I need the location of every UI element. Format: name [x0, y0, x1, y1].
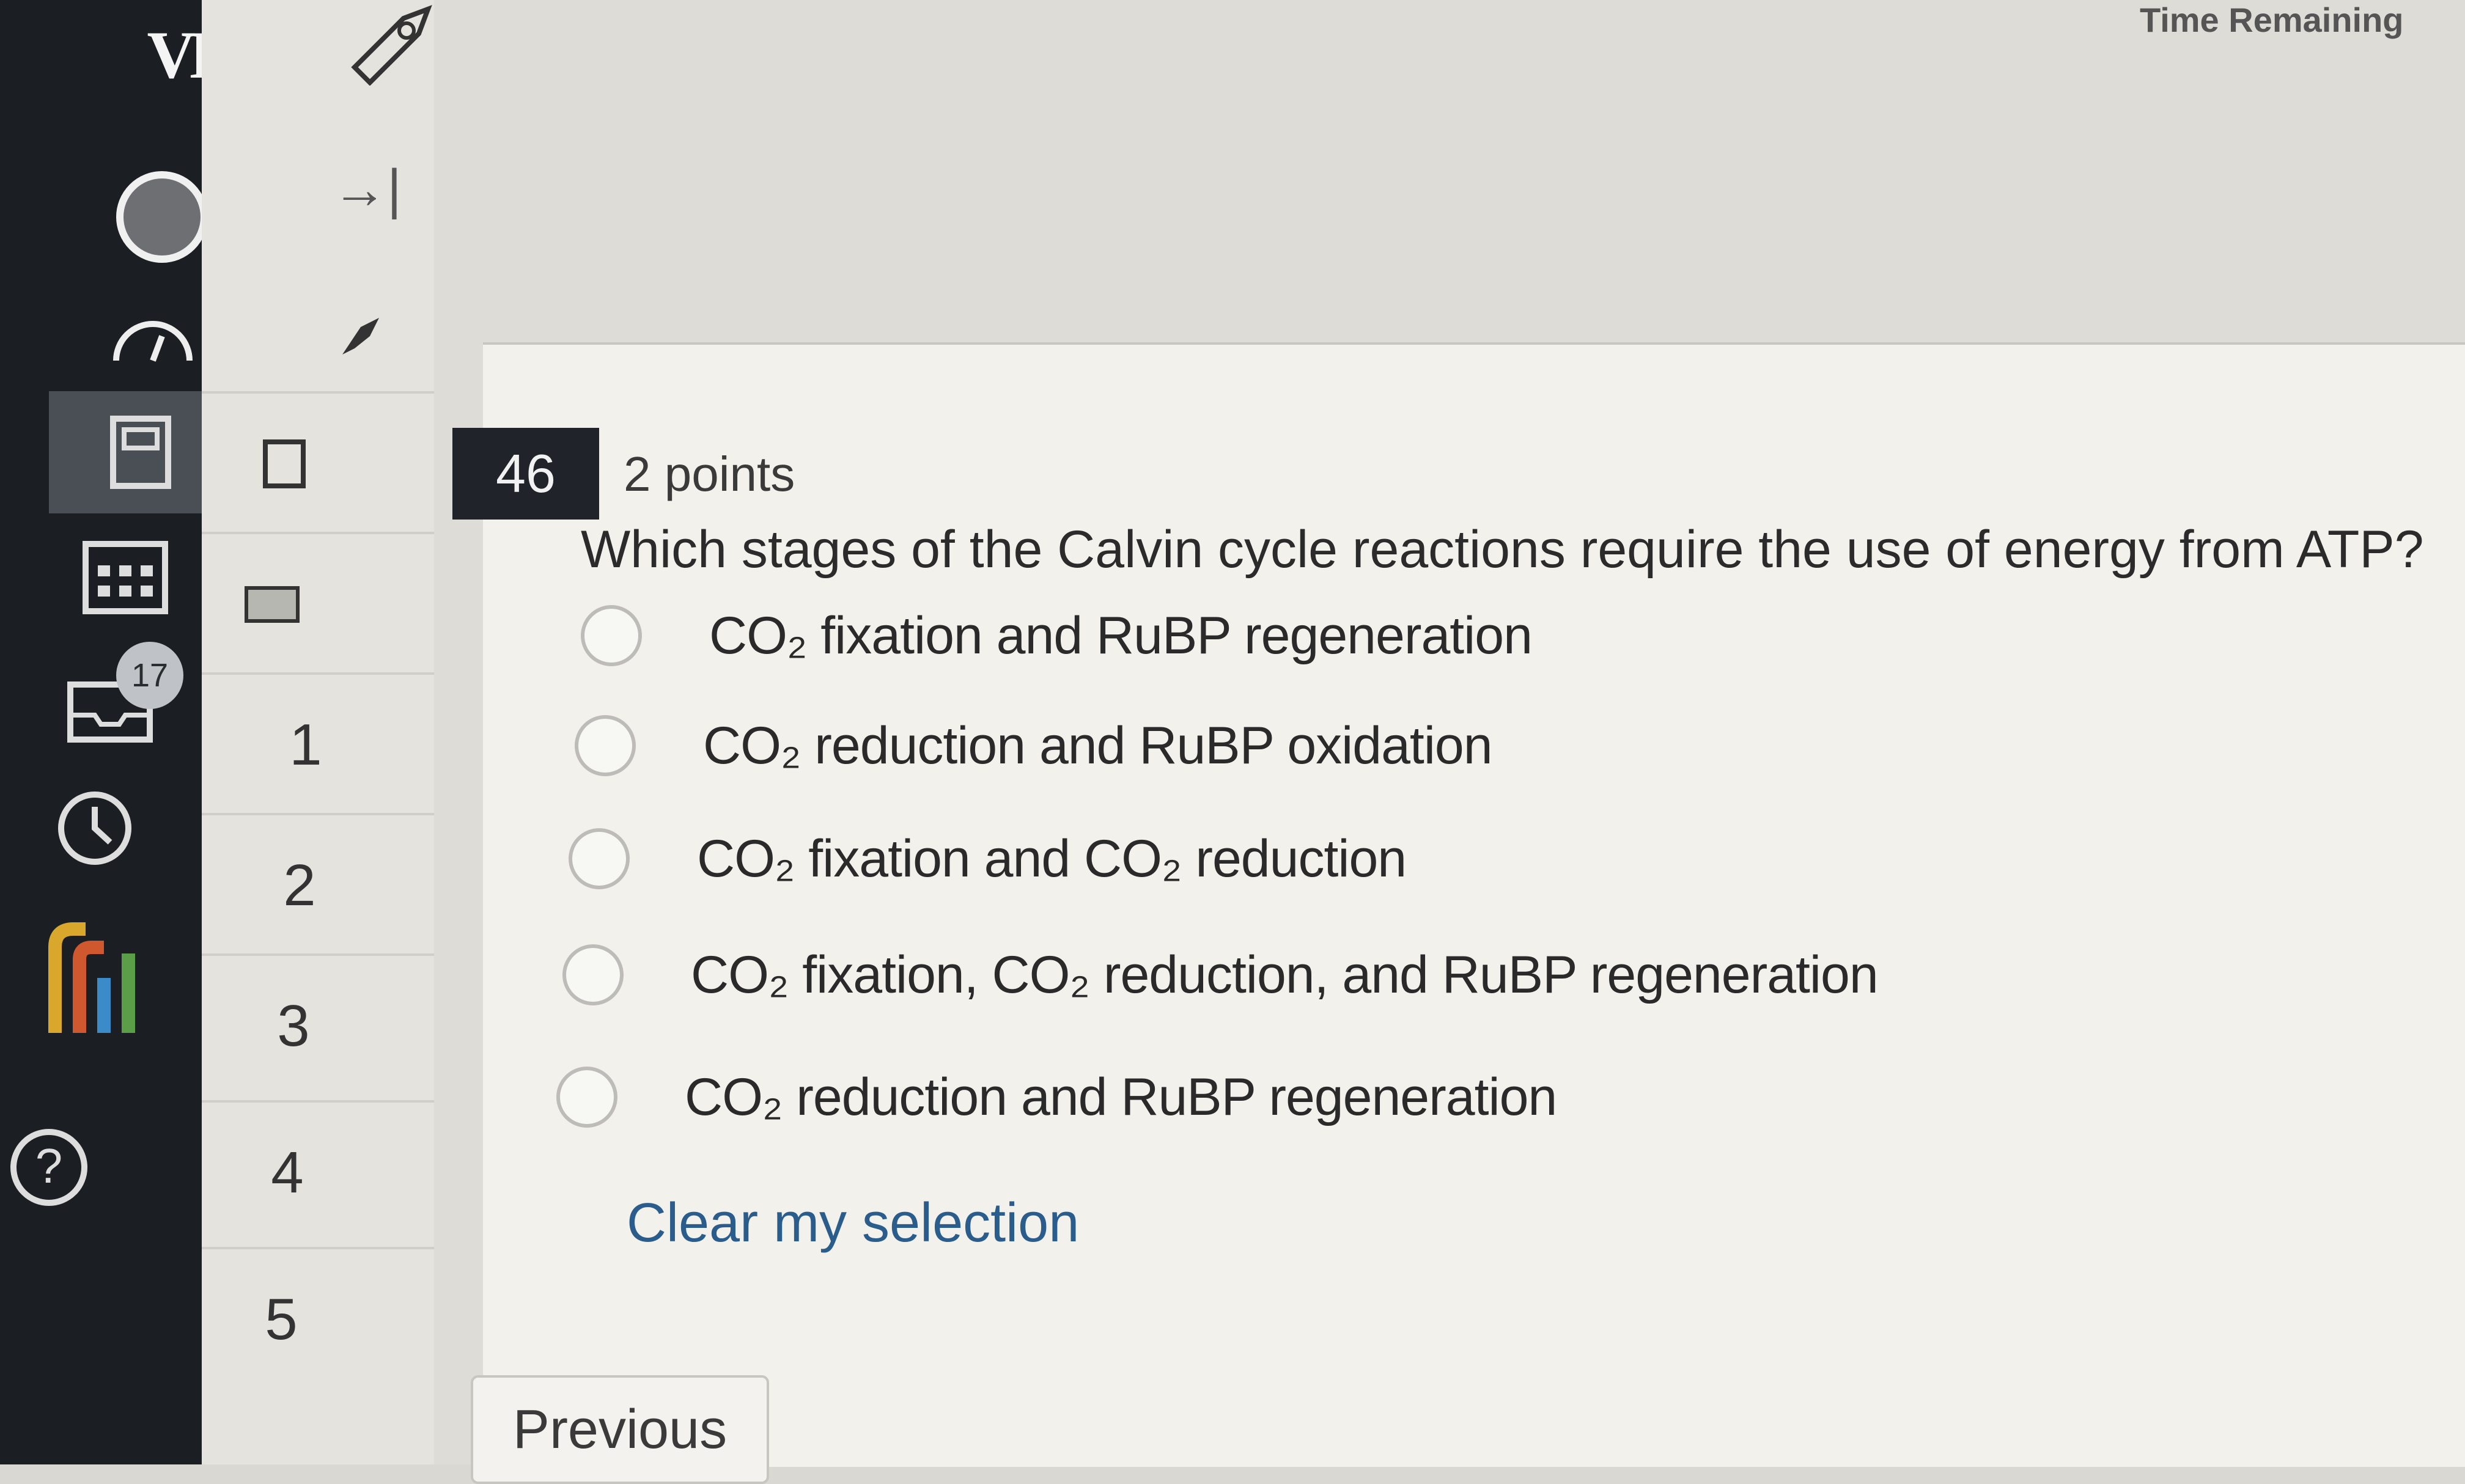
question-number-badge: 46: [452, 428, 599, 520]
answer-label[interactable]: CO₂ fixation, CO₂ reduction, and RuBP re…: [691, 945, 1879, 1005]
question-points: 2 points: [624, 447, 795, 501]
question-list-item[interactable]: 1: [202, 672, 434, 815]
help-icon[interactable]: ?: [6, 1125, 92, 1210]
account-avatar[interactable]: [116, 171, 208, 263]
history-icon[interactable]: [55, 788, 134, 868]
answer-radio[interactable]: [556, 1067, 617, 1128]
answer-radio[interactable]: [581, 605, 642, 666]
answer-label[interactable]: CO₂ reduction and RuBP regeneration: [685, 1067, 1557, 1128]
question-text: Which stages of the Calvin cycle reactio…: [581, 520, 2424, 579]
previous-button[interactable]: Previous: [471, 1375, 769, 1484]
question-number: 5: [265, 1287, 298, 1352]
question-list-item[interactable]: 3: [202, 953, 434, 1096]
svg-text:?: ?: [35, 1139, 63, 1193]
question-list-item[interactable]: 5: [202, 1247, 434, 1390]
question-number: 4: [271, 1140, 304, 1205]
answer-option[interactable]: CO₂ reduction and RuBP oxidation: [575, 715, 1493, 776]
answer-label[interactable]: CO₂ fixation and RuBP regeneration: [709, 606, 1533, 666]
question-list-item[interactable]: [202, 532, 434, 675]
answer-label[interactable]: CO₂ reduction and RuBP oxidation: [703, 716, 1493, 776]
question-list-item[interactable]: 4: [202, 1100, 434, 1243]
studio-icon[interactable]: [31, 911, 153, 1057]
bookmark-icon: [245, 586, 300, 623]
collapse-nav-button[interactable]: →|: [306, 147, 428, 232]
time-remaining-label: Time Remaining: [2140, 1, 2404, 39]
question-number: 3: [277, 993, 310, 1059]
quiz-navigation: →| 1 2 3 4 5: [202, 0, 437, 1464]
answer-radio[interactable]: [575, 715, 636, 776]
calendar-icon[interactable]: [79, 532, 171, 617]
answer-option[interactable]: CO₂ reduction and RuBP regeneration: [556, 1067, 1557, 1128]
flag-icon: [263, 439, 306, 488]
question-list-item[interactable]: 2: [202, 813, 434, 956]
answer-option[interactable]: CO₂ fixation and CO₂ reduction: [569, 828, 1407, 889]
question-number: 1: [289, 712, 322, 777]
dashboard-icon[interactable]: [104, 306, 202, 373]
question-card: [483, 342, 2465, 1467]
clear-selection-link[interactable]: Clear my selection: [627, 1192, 1079, 1255]
inbox-badge: 17: [116, 642, 183, 709]
answer-option[interactable]: CO₂ fixation, CO₂ reduction, and RuBP re…: [562, 944, 1879, 1005]
question-number: 2: [283, 853, 316, 918]
answer-label[interactable]: CO₂ fixation and CO₂ reduction: [697, 829, 1407, 889]
pin-icon[interactable]: [293, 293, 416, 379]
answer-radio[interactable]: [569, 828, 630, 889]
answer-radio[interactable]: [562, 944, 624, 1005]
rocket-icon: [330, 0, 440, 86]
question-list-item[interactable]: [202, 391, 434, 534]
answer-option[interactable]: CO₂ fixation and RuBP regeneration: [581, 605, 1533, 666]
